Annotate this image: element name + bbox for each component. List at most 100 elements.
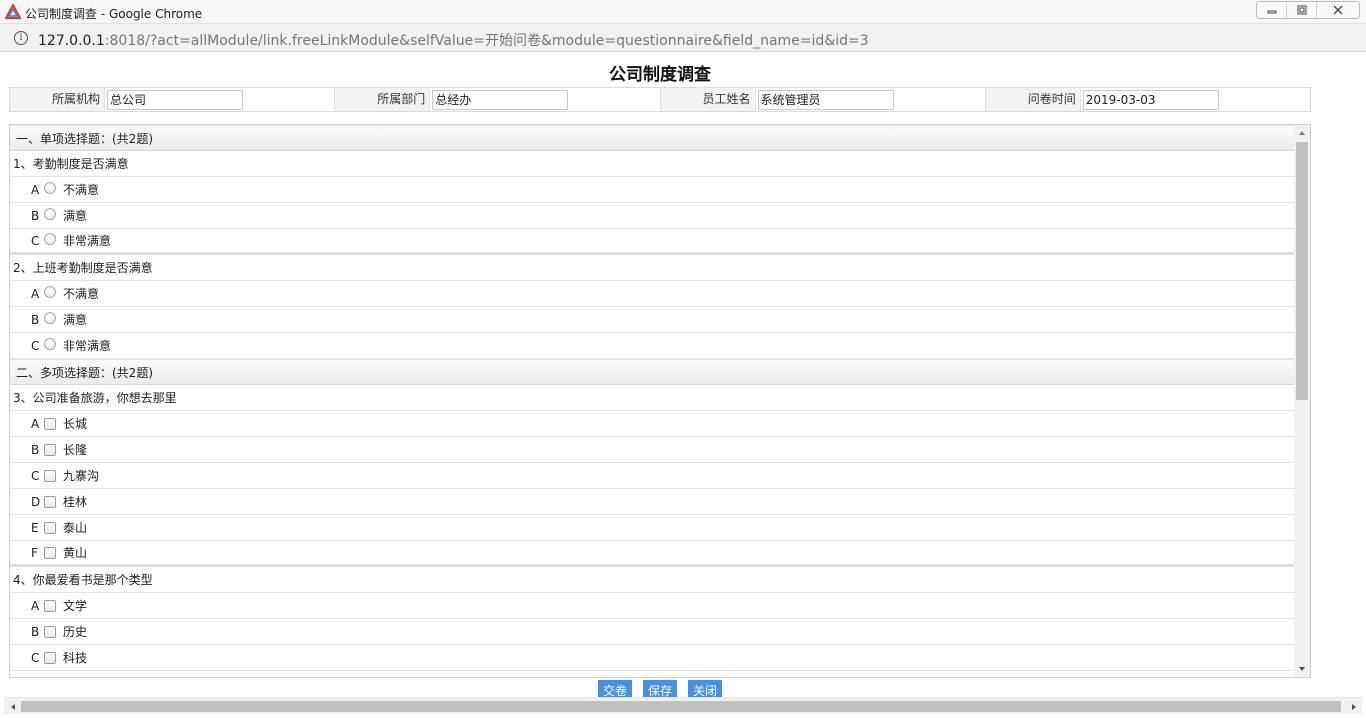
q3-option-d[interactable]: D 桂林	[10, 489, 1294, 515]
q4-option-c[interactable]: C 科技	[10, 645, 1294, 671]
checkbox[interactable]	[44, 495, 56, 508]
option-letter: C	[31, 338, 40, 353]
window-title: 公司制度调查 - Google Chrome	[25, 7, 203, 21]
q3-option-b[interactable]: B 长隆	[10, 437, 1294, 463]
checkbox[interactable]	[44, 417, 56, 430]
option-letter: C	[31, 233, 40, 248]
option-letter: D	[31, 494, 41, 509]
checkbox[interactable]	[44, 546, 56, 559]
option-letter: C	[31, 650, 40, 665]
q1-option-a[interactable]: A 不满意	[10, 177, 1294, 203]
scroll-left-button[interactable]	[4, 698, 21, 715]
radio-button[interactable]	[44, 337, 56, 350]
question-3: 3、公司准备旅游，你想去那里	[10, 385, 1294, 411]
horizontal-scroll-thumb[interactable]	[21, 701, 1341, 712]
q1-option-b[interactable]: B 满意	[10, 203, 1294, 229]
option-text: 黄山	[63, 546, 88, 560]
checkbox[interactable]	[44, 651, 56, 664]
question-4: 4、你最爱看书是那个类型	[10, 567, 1294, 593]
maximize-button[interactable]	[1287, 2, 1317, 18]
checkbox[interactable]	[44, 469, 56, 482]
option-text: 非常满意	[63, 339, 112, 353]
option-letter: A	[31, 286, 40, 301]
scroll-left-arrow-icon	[10, 703, 15, 710]
q2-option-a[interactable]: A 不满意	[10, 281, 1294, 307]
date-label: 问卷时间	[985, 88, 1081, 111]
name-cell: 员工姓名	[660, 88, 986, 111]
vertical-scrollbar[interactable]	[1294, 125, 1310, 677]
option-text: 历史	[63, 625, 88, 639]
dept-label: 所属部门	[335, 88, 431, 111]
radio-button[interactable]	[44, 232, 56, 245]
q2-option-c[interactable]: C 非常满意	[10, 333, 1294, 359]
q4-option-b[interactable]: B 历史	[10, 619, 1294, 645]
scroll-down-button[interactable]	[1294, 661, 1310, 677]
site-info-icon[interactable]: i	[14, 31, 28, 45]
scroll-up-arrow-icon	[1299, 131, 1305, 135]
option-text: 长隆	[63, 443, 88, 457]
checkbox[interactable]	[44, 625, 56, 638]
vertical-scroll-thumb[interactable]	[1296, 142, 1308, 400]
multi-choice-header: 二、多项选择题：(共2题)	[10, 359, 1294, 385]
option-text: 九寨沟	[63, 469, 100, 483]
close-icon	[1333, 5, 1343, 15]
org-cell: 所属机构	[10, 88, 336, 111]
survey-date-field[interactable]	[1082, 89, 1219, 110]
scroll-right-button[interactable]	[1345, 698, 1362, 715]
q3-option-a[interactable]: A 长城	[10, 411, 1294, 437]
option-letter: C	[31, 468, 40, 483]
option-text: 文学	[63, 599, 88, 613]
option-letter: A	[31, 598, 40, 613]
option-letter: B	[31, 624, 40, 639]
app-logo-icon	[5, 4, 21, 19]
option-text: 桂林	[63, 495, 88, 509]
minimize-icon	[1267, 10, 1276, 14]
address-bar[interactable]: i 127.0.0.1:8018/?act=allModule/link.fre…	[0, 24, 1366, 52]
date-cell: 问卷时间	[985, 88, 1310, 111]
option-letter: B	[31, 208, 40, 223]
q3-option-c[interactable]: C 九寨沟	[10, 463, 1294, 489]
radio-button[interactable]	[44, 207, 56, 220]
option-text: 不满意	[63, 183, 100, 197]
org-field[interactable]	[107, 89, 243, 110]
radio-button[interactable]	[44, 311, 56, 324]
checkbox[interactable]	[44, 443, 56, 456]
question-list: 一、单项选择题：(共2题) 1、考勤制度是否满意 A 不满意 B 满意 C 非常满意 …	[10, 125, 1294, 671]
checkbox[interactable]	[44, 599, 56, 612]
window-titlebar: 公司制度调查 - Google Chrome	[0, 0, 1366, 24]
q4-option-a[interactable]: A 文学	[10, 593, 1294, 619]
q3-option-f[interactable]: F 黄山	[10, 541, 1294, 567]
radio-button[interactable]	[44, 181, 56, 194]
option-text: 满意	[63, 313, 88, 327]
option-letter: A	[31, 182, 40, 197]
option-letter: F	[31, 545, 38, 560]
url-path: :8018/?act=allModule/link.freeLinkModule…	[104, 33, 869, 49]
option-letter: A	[31, 416, 40, 431]
option-letter: E	[31, 520, 39, 535]
option-text: 满意	[63, 209, 88, 223]
horizontal-scrollbar[interactable]	[4, 697, 1362, 714]
option-text: 泰山	[63, 521, 88, 535]
close-window-button[interactable]	[1317, 2, 1359, 18]
dept-field[interactable]	[432, 89, 569, 110]
window-controls	[1256, 1, 1360, 19]
question-1: 1、考勤制度是否满意	[10, 151, 1294, 177]
url-text[interactable]: 127.0.0.1:8018/?act=allModule/link.freeL…	[38, 30, 869, 50]
radio-button[interactable]	[44, 285, 56, 298]
q2-option-b[interactable]: B 满意	[10, 307, 1294, 333]
option-letter: B	[31, 442, 40, 457]
scroll-up-button[interactable]	[1294, 125, 1310, 141]
q3-option-e[interactable]: E 泰山	[10, 515, 1294, 541]
question-2: 2、上班考勤制度是否满意	[10, 255, 1294, 281]
option-letter: B	[31, 312, 40, 327]
minimize-button[interactable]	[1257, 2, 1287, 18]
url-host: 127.0.0.1	[38, 33, 105, 49]
page-title: 公司制度调查	[609, 65, 711, 85]
checkbox[interactable]	[44, 521, 56, 534]
option-text: 不满意	[63, 287, 100, 301]
q1-option-c[interactable]: C 非常满意	[10, 229, 1294, 255]
name-label: 员工姓名	[660, 88, 756, 111]
employee-name-field[interactable]	[757, 89, 894, 110]
dept-cell: 所属部门	[335, 88, 661, 111]
option-text: 长城	[63, 417, 88, 431]
